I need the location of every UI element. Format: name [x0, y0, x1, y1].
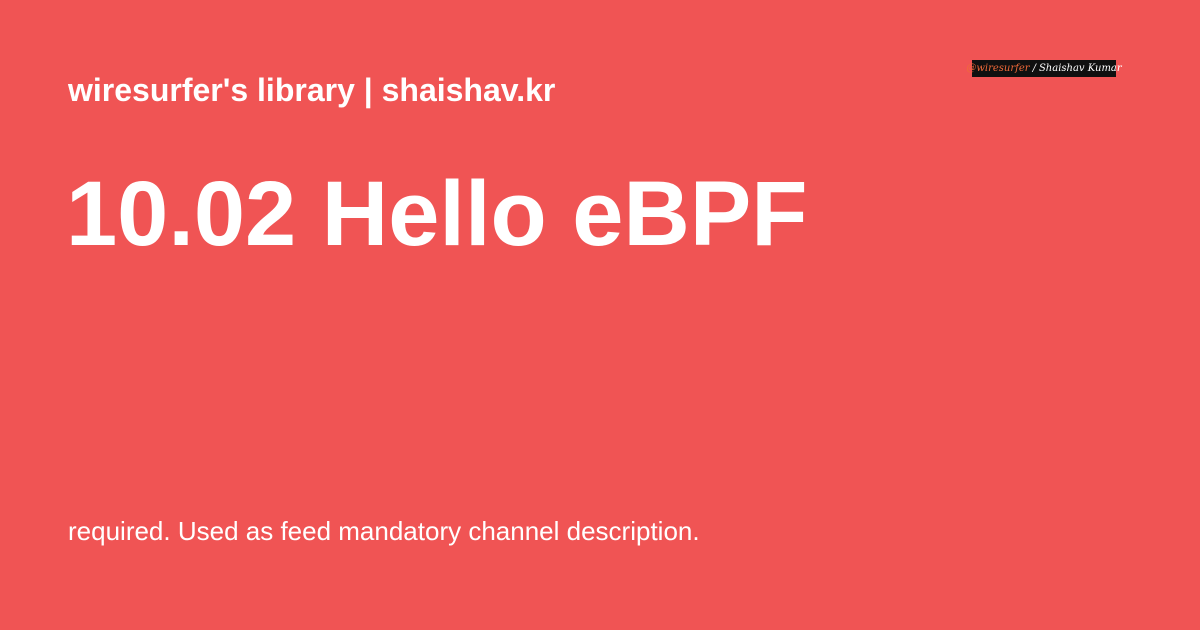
- logo-author-name: Shaishav Kumar: [1038, 63, 1122, 74]
- author-logo-badge: @wiresurfer / Shaishav Kumar: [966, 60, 1122, 77]
- post-title: 10.02 Hello eBPF: [66, 163, 808, 265]
- site-title: wiresurfer's library | shaishav.kr: [68, 72, 556, 108]
- post-description: required. Used as feed mandatory channel…: [68, 516, 700, 546]
- logo-handle: @wiresurfer: [966, 63, 1030, 74]
- logo-separator: /: [1032, 63, 1036, 74]
